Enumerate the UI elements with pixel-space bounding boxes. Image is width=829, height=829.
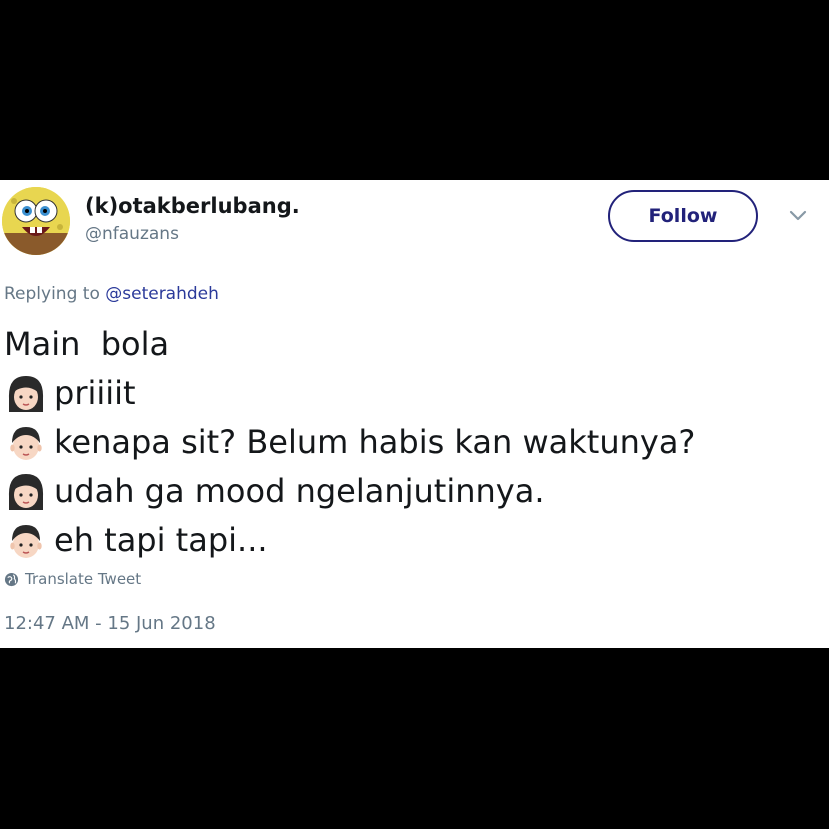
tweet-line-text: kenapa sit? Belum habis kan waktunya? <box>54 423 696 461</box>
tweet-card: (k)otakberlubang. @nfauzans Follow Reply… <box>0 180 829 648</box>
user-handle[interactable]: @nfauzans <box>85 224 179 244</box>
follow-button[interactable]: Follow <box>608 190 758 242</box>
tweet-line: kenapa sit? Belum habis kan waktunya? <box>4 418 824 467</box>
man-face-icon <box>10 426 42 460</box>
globe-icon <box>4 572 19 586</box>
tweet-timestamp[interactable]: 12:47 AM - 15 Jun 2018 <box>4 613 216 634</box>
display-name[interactable]: (k)otakberlubang. <box>85 194 300 218</box>
man-face-icon <box>10 524 42 558</box>
tweet-line-text: eh tapi tapi... <box>54 521 268 559</box>
translate-label: Translate Tweet <box>25 570 142 588</box>
translate-tweet-link[interactable]: Translate Tweet <box>4 570 141 588</box>
tweet-line: priiiit <box>4 369 824 418</box>
reply-prefix: Replying to <box>4 284 100 304</box>
chevron-down-icon[interactable] <box>788 208 808 224</box>
tweet-line: eh tapi tapi... <box>4 516 824 565</box>
avatar[interactable] <box>2 187 70 255</box>
tweet-line-text: Main bola <box>4 325 170 363</box>
tweet-line: Main bola <box>4 320 824 369</box>
reply-context: Replying to @seterahdeh <box>4 284 219 304</box>
tweet-line: udah ga mood ngelanjutinnya. <box>4 467 824 516</box>
reply-handle-link[interactable]: @seterahdeh <box>105 284 219 304</box>
tweet-text: Main bola priiiit kenapa sit? Belum habi… <box>4 320 824 565</box>
tweet-line-text: priiiit <box>54 374 136 412</box>
letterbox-bottom <box>0 648 829 829</box>
woman-face-icon <box>8 473 44 510</box>
woman-face-icon <box>8 375 44 412</box>
spongebob-avatar-icon <box>2 187 70 255</box>
tweet-line-text: udah ga mood ngelanjutinnya. <box>54 472 545 510</box>
letterbox-top <box>0 0 829 180</box>
